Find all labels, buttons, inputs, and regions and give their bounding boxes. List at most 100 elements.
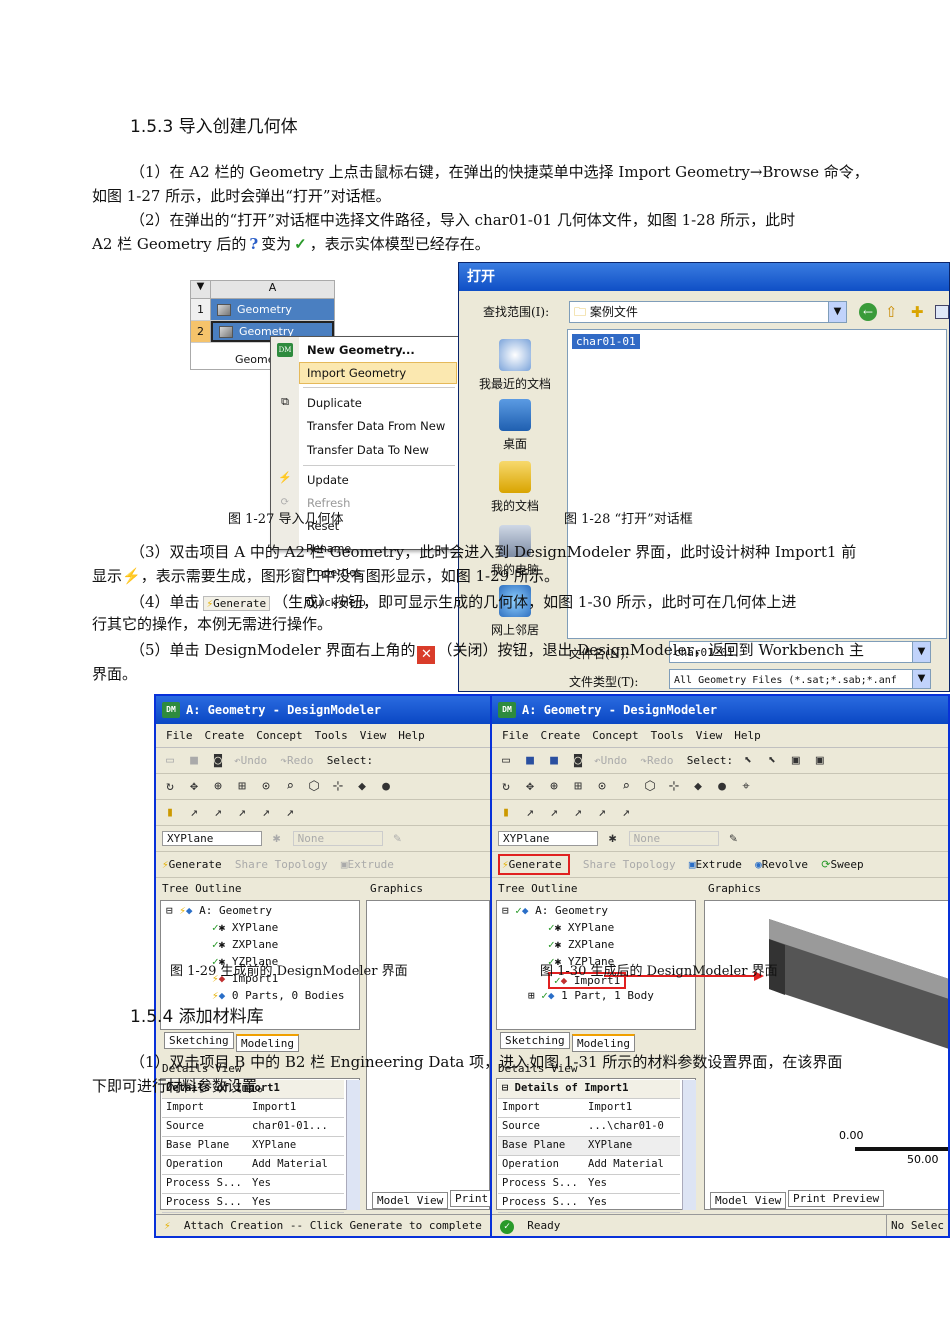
select-face-icon[interactable]: ↗ xyxy=(570,805,586,821)
select-mode-icon[interactable]: ▮ xyxy=(498,805,514,821)
zoom-box-icon[interactable]: ⊞ xyxy=(570,779,586,795)
share-topology-button[interactable]: Share Topology xyxy=(583,858,676,871)
plane-combo[interactable]: XYPlane xyxy=(162,831,262,846)
menu-item-update[interactable]: Update xyxy=(307,473,349,487)
back-icon[interactable]: ← xyxy=(859,303,877,321)
zoom-fit-icon[interactable]: ⊙ xyxy=(594,779,610,795)
extend-select-icon[interactable]: ↗ xyxy=(282,805,298,821)
tab-sketching[interactable]: Sketching xyxy=(500,1032,570,1049)
select-mode-icon[interactable]: ▮ xyxy=(162,805,178,821)
details-row[interactable]: Operation Add Material xyxy=(162,1156,344,1175)
menu-concept[interactable]: Concept xyxy=(256,729,302,742)
up-folder-icon[interactable]: ⇧ xyxy=(885,303,898,321)
tree-xyplane[interactable]: ✓✱ XYPlane xyxy=(212,921,278,934)
select-edge-icon[interactable]: ↗ xyxy=(210,805,226,821)
schematic-cell-geometry[interactable]: Geometry xyxy=(211,299,334,320)
collapse-arrow-icon[interactable]: ▼ xyxy=(191,281,211,298)
details-row[interactable]: Process S... Yes xyxy=(162,1175,344,1194)
select-point-icon[interactable]: ↗ xyxy=(522,805,538,821)
details-row[interactable]: Import Import1 xyxy=(162,1099,344,1118)
menu-file[interactable]: File xyxy=(502,729,529,742)
view-box-icon[interactable]: ▣ xyxy=(812,753,828,769)
menu-item-duplicate[interactable]: Duplicate xyxy=(307,396,362,410)
sketch-combo[interactable]: None xyxy=(628,831,719,846)
menu-view[interactable]: View xyxy=(360,729,387,742)
measure-icon[interactable]: ⌖ xyxy=(738,779,754,795)
display-model-icon[interactable]: ◆ xyxy=(690,779,706,795)
menu-file[interactable]: File xyxy=(166,729,193,742)
menu-help[interactable]: Help xyxy=(398,729,425,742)
save-icon[interactable]: ■ xyxy=(522,753,538,769)
menu-create[interactable]: Create xyxy=(541,729,581,742)
select-body-icon[interactable]: ↗ xyxy=(594,805,610,821)
details-row[interactable]: Source ...\char01-0 xyxy=(498,1118,680,1137)
details-row[interactable]: Process S... Yes xyxy=(162,1194,344,1213)
point-icon[interactable]: ● xyxy=(714,779,730,795)
iso-icon[interactable]: ⬡ xyxy=(306,779,322,795)
undo-button[interactable]: ↶Undo xyxy=(594,754,627,767)
tree-zxplane[interactable]: ✓✱ ZXPlane xyxy=(212,938,278,951)
point-icon[interactable]: ● xyxy=(378,779,394,795)
details-row[interactable]: Import Import1 xyxy=(498,1099,680,1118)
pan-icon[interactable]: ✥ xyxy=(522,779,538,795)
rotate-icon[interactable]: ↻ xyxy=(498,779,514,795)
extrude-button[interactable]: ▣Extrude xyxy=(341,858,394,871)
redo-button[interactable]: ↷Redo xyxy=(640,754,673,767)
tree-root[interactable]: ⊟ ⚡◆ A: Geometry xyxy=(166,904,272,917)
details-row[interactable]: Base Plane XYPlane xyxy=(498,1137,680,1156)
select-filter-icon[interactable]: ⬉ xyxy=(764,753,780,769)
tab-print-preview[interactable]: Print Preview xyxy=(788,1190,885,1207)
plane-combo[interactable]: XYPlane xyxy=(498,831,598,846)
chevron-down-icon[interactable]: ▼ xyxy=(912,642,930,662)
new-plane-icon[interactable]: ✱ xyxy=(605,831,621,847)
details-row[interactable]: Process S... Yes xyxy=(498,1175,680,1194)
new-sketch-icon[interactable]: ✎ xyxy=(725,831,741,847)
select-cursor-icon[interactable]: ⬉ xyxy=(740,753,756,769)
menu-item-new-geometry[interactable]: New Geometry... xyxy=(307,343,415,357)
details-row[interactable]: Base Plane XYPlane xyxy=(162,1137,344,1156)
details-row[interactable]: Process S... Yes xyxy=(498,1194,680,1213)
menu-tools[interactable]: Tools xyxy=(651,729,684,742)
filetype-combo[interactable]: All Geometry Files (*.sat;*.sab;*.anf ▼ xyxy=(669,669,931,689)
zoom-fit-icon[interactable]: ⊙ xyxy=(258,779,274,795)
details-scrollbar[interactable] xyxy=(346,1080,360,1210)
magnify-icon[interactable]: ⌕ xyxy=(618,779,634,795)
details-scrollbar[interactable] xyxy=(682,1080,696,1210)
undo-button[interactable]: ↶Undo xyxy=(234,754,267,767)
tab-sketching[interactable]: Sketching xyxy=(164,1032,234,1049)
axis-icon[interactable]: ⊹ xyxy=(330,779,346,795)
select-face-icon[interactable]: ↗ xyxy=(234,805,250,821)
new-sketch-icon[interactable]: ✎ xyxy=(389,831,405,847)
extrude-button[interactable]: ▣Extrude xyxy=(689,858,742,871)
tree-root[interactable]: ⊟ ✓◆ A: Geometry xyxy=(502,904,608,917)
tab-model-view[interactable]: Model View xyxy=(710,1192,787,1209)
axis-icon[interactable]: ⊹ xyxy=(666,779,682,795)
magnify-icon[interactable]: ⌕ xyxy=(282,779,298,795)
place-recent[interactable]: 我最近的文档 xyxy=(467,339,563,392)
revolve-button[interactable]: ◉Revolve xyxy=(755,858,808,871)
menu-create[interactable]: Create xyxy=(205,729,245,742)
sweep-button[interactable]: ⟳Sweep xyxy=(821,858,863,871)
share-topology-button[interactable]: Share Topology xyxy=(235,858,328,871)
file-item-char01-01[interactable]: char01-01 xyxy=(572,334,640,349)
tree-bodies[interactable]: ⊞ ✓◆ 1 Part, 1 Body xyxy=(528,989,654,1002)
new-folder-icon[interactable]: ✚ xyxy=(911,303,924,321)
place-my-docs[interactable]: 我的文档 xyxy=(467,461,563,514)
new-plane-icon[interactable]: ✱ xyxy=(269,831,285,847)
details-row[interactable]: Operation Add Material xyxy=(498,1156,680,1175)
chevron-down-icon[interactable]: ▼ xyxy=(912,670,930,688)
view-menu-icon[interactable] xyxy=(935,305,949,319)
screenshot-icon[interactable]: ◙ xyxy=(210,753,226,769)
zoom-box-icon[interactable]: ⊞ xyxy=(234,779,250,795)
extend-select-icon[interactable]: ↗ xyxy=(618,805,634,821)
save-as-icon[interactable]: ■ xyxy=(546,753,562,769)
tab-print-preview[interactable]: Print xyxy=(450,1190,490,1207)
pan-icon[interactable]: ✥ xyxy=(186,779,202,795)
place-desktop[interactable]: 桌面 xyxy=(467,399,563,452)
display-model-icon[interactable]: ◆ xyxy=(354,779,370,795)
chevron-down-icon[interactable]: ▼ xyxy=(828,302,846,322)
zoom-icon[interactable]: ⊕ xyxy=(210,779,226,795)
zoom-icon[interactable]: ⊕ xyxy=(546,779,562,795)
sketch-combo[interactable]: None xyxy=(292,831,383,846)
details-row[interactable]: Source char01-01... xyxy=(162,1118,344,1137)
